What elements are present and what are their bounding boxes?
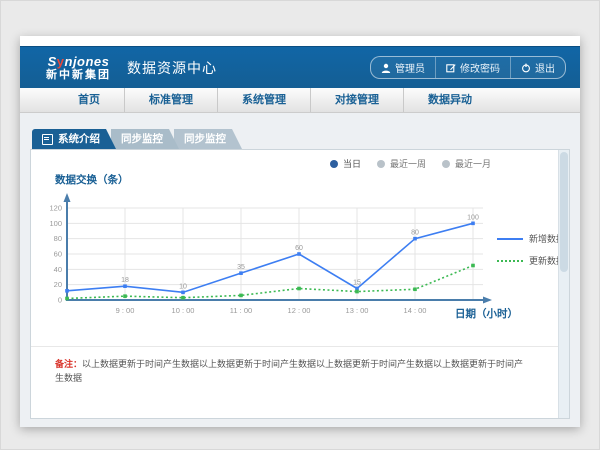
svg-text:20: 20 (54, 280, 62, 289)
app-header: Synjones 新中新集团 数据资源中心 管理员 修改密码 退出 (20, 46, 580, 88)
document-icon (42, 134, 53, 145)
nav-item-system[interactable]: 系统管理 (217, 88, 310, 112)
footnote-text: 以上数据更新于时间产生数据以上数据更新于时间产生数据以上数据更新于时间产生数据以… (55, 359, 523, 383)
window-top-strip (20, 36, 580, 46)
tab-label: 同步监控 (121, 129, 163, 149)
current-user-button[interactable]: 管理员 (371, 57, 435, 78)
tab-sync-monitor-1[interactable]: 同步监控 (111, 129, 179, 149)
user-menu: 管理员 修改密码 退出 (370, 56, 566, 79)
line-chart: 0 20 40 60 80 100 120 9 : 00 10 : 00 11 : 00 12 : … (47, 188, 512, 323)
user-icon (381, 63, 391, 73)
svg-text:13 : 00: 13 : 00 (346, 306, 369, 315)
tab-sync-monitor-2[interactable]: 同步监控 (174, 129, 242, 149)
svg-text:0: 0 (58, 296, 62, 305)
footnote-prefix: 备注： (55, 359, 82, 369)
time-range-filter: 当日 最近一周 最近一月 (330, 157, 491, 170)
svg-text:12 : 00: 12 : 00 (288, 306, 311, 315)
svg-text:120: 120 (49, 204, 62, 213)
svg-text:60: 60 (295, 245, 303, 252)
svg-text:35: 35 (237, 264, 245, 271)
tab-label: 系统介绍 (58, 129, 100, 149)
scrollbar-thumb[interactable] (560, 152, 568, 272)
chart-panel: 当日 最近一周 最近一月 数据交换（条） 0 20 40 60 80 100 120 9 : … (30, 149, 570, 419)
chart-legend: 新增数据 更新数据 (497, 232, 565, 267)
radio-dot-icon (330, 160, 338, 168)
radio-dot-icon (377, 160, 385, 168)
logout-label: 退出 (535, 60, 555, 75)
svg-text:10: 10 (179, 283, 187, 290)
radio-last-month[interactable]: 最近一月 (442, 157, 491, 170)
panel-scrollbar[interactable] (558, 150, 569, 418)
footnote: 备注：以上数据更新于时间产生数据以上数据更新于时间产生数据以上数据更新于时间产生… (55, 358, 525, 385)
solid-line-icon (497, 238, 523, 240)
screen: Synjones 新中新集团 数据资源中心 管理员 修改密码 退出 (0, 0, 600, 450)
radio-last-week[interactable]: 最近一周 (377, 157, 426, 170)
logout-button[interactable]: 退出 (510, 57, 565, 78)
svg-text:40: 40 (54, 265, 62, 274)
svg-text:100: 100 (49, 219, 62, 228)
tab-bar: 系统介绍 同步监控 同步监控 (32, 129, 242, 149)
tab-label: 同步监控 (184, 129, 226, 149)
change-password-label: 修改密码 (460, 60, 500, 75)
nav-item-data-change[interactable]: 数据异动 (403, 88, 496, 112)
svg-text:15: 15 (353, 280, 361, 287)
nav-item-integration[interactable]: 对接管理 (310, 88, 403, 112)
svg-text:10 : 00: 10 : 00 (172, 306, 195, 315)
tab-system-intro[interactable]: 系统介绍 (32, 129, 116, 149)
edit-icon (446, 63, 456, 73)
legend-item-updated-data: 更新数据 (497, 254, 565, 267)
radio-label: 当日 (343, 157, 361, 170)
logo-subtext: 新中新集团 (46, 70, 111, 81)
app-window: Synjones 新中新集团 数据资源中心 管理员 修改密码 退出 (20, 36, 580, 426)
user-label: 管理员 (395, 60, 425, 75)
panel-divider (31, 346, 559, 347)
x-axis-title: 日期（小时） (455, 306, 518, 321)
svg-text:80: 80 (411, 230, 419, 237)
y-axis-title: 数据交换（条） (55, 172, 129, 187)
svg-text:9 : 00: 9 : 00 (116, 306, 135, 315)
svg-text:60: 60 (54, 250, 62, 259)
svg-text:14 : 00: 14 : 00 (404, 306, 427, 315)
radio-today[interactable]: 当日 (330, 157, 361, 170)
radio-dot-icon (442, 160, 450, 168)
logo-accent: y (57, 54, 65, 69)
svg-text:80: 80 (54, 234, 62, 243)
svg-text:18: 18 (121, 277, 129, 284)
logo-text: Synjones (48, 55, 110, 68)
dotted-line-icon (497, 260, 523, 262)
legend-item-new-data: 新增数据 (497, 232, 565, 245)
svg-text:100: 100 (467, 214, 479, 221)
change-password-button[interactable]: 修改密码 (435, 57, 510, 78)
nav-item-standards[interactable]: 标准管理 (124, 88, 217, 112)
main-nav: 首页 标准管理 系统管理 对接管理 数据异动 (20, 88, 580, 113)
radio-label: 最近一月 (455, 157, 491, 170)
nav-item-home[interactable]: 首页 (54, 88, 124, 112)
page-title: 数据资源中心 (127, 58, 217, 78)
content-area: 系统介绍 同步监控 同步监控 当日 最近一周 (20, 113, 580, 427)
power-icon (521, 63, 531, 73)
radio-label: 最近一周 (390, 157, 426, 170)
svg-text:11 : 00: 11 : 00 (230, 306, 252, 315)
company-logo: Synjones 新中新集团 (46, 55, 111, 81)
